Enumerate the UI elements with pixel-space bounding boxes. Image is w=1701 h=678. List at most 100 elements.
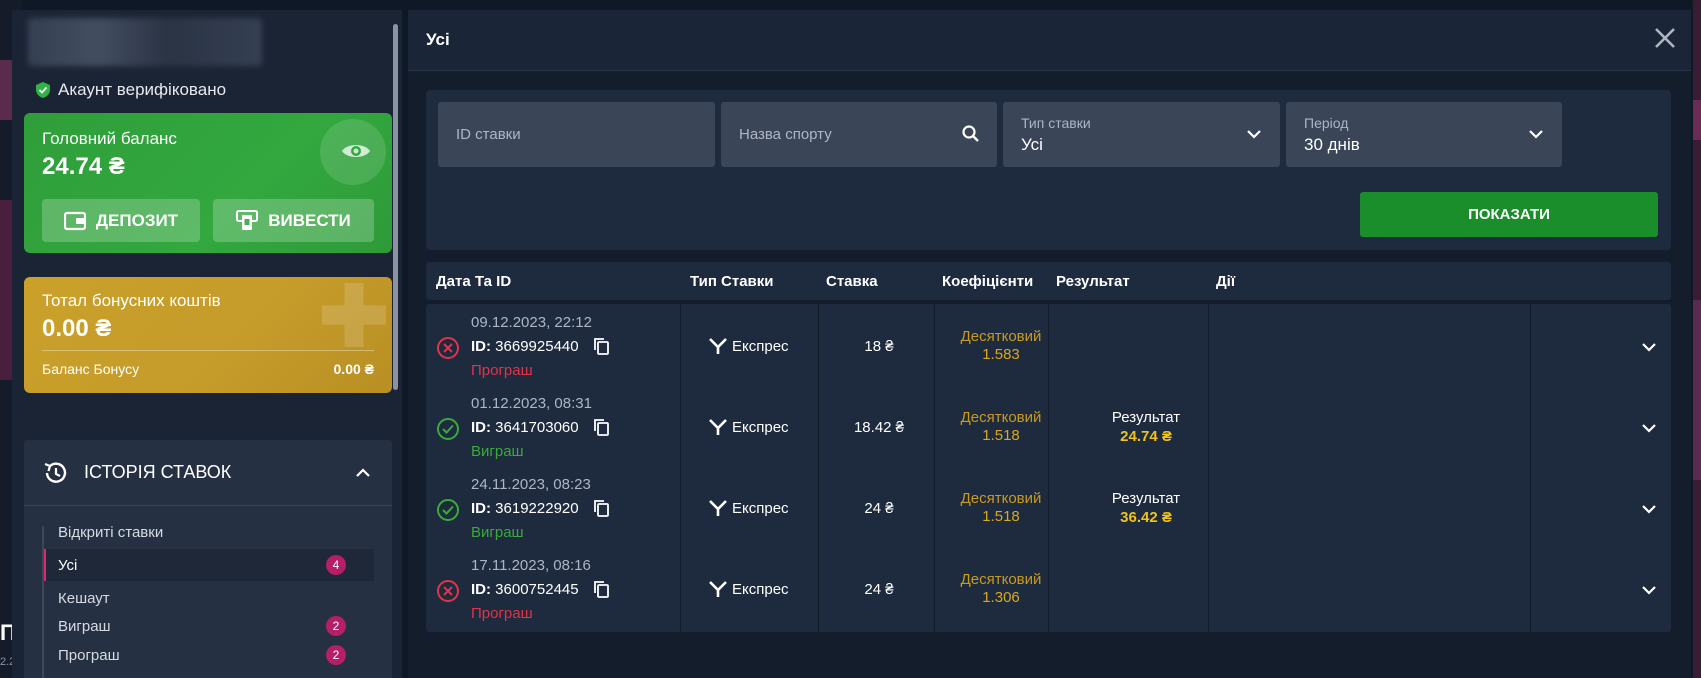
- cell-divider: [1530, 385, 1531, 470]
- table-row[interactable]: 24.11.2023, 08:23 ID: 3619222920 Виграш …: [426, 466, 1671, 551]
- bet-status: Програш: [471, 362, 533, 379]
- eye-icon[interactable]: [340, 137, 372, 165]
- bet-type: Експрес: [732, 581, 789, 598]
- bet-id-prefix: ID:: [471, 500, 491, 517]
- result-value: 36.42 ₴: [1120, 509, 1172, 526]
- count-badge: 2: [326, 616, 346, 636]
- sport-placeholder: Назва спорту: [739, 126, 832, 143]
- odds-format: Десятковий: [960, 328, 1042, 345]
- cell-divider: [1530, 547, 1531, 632]
- bet-id-value: 3619222920: [495, 500, 579, 517]
- background-banner: [1693, 300, 1701, 480]
- sidebar-item-all[interactable]: Усі 4: [44, 549, 374, 581]
- bonus-balance-title: Тотал бонусних коштів: [42, 291, 221, 310]
- sidebar-item-lost[interactable]: Програш 2: [44, 639, 374, 671]
- bet-type: Експрес: [732, 500, 789, 517]
- bet-history-modal: Усі ID ставки Назва спорту Тип ставки Ус…: [408, 10, 1691, 678]
- column-header: Тип Ставки: [690, 273, 774, 290]
- cell-divider: [934, 466, 935, 551]
- bet-stake: 24 ₴: [864, 500, 894, 517]
- bet-type-value: Усі: [1021, 135, 1043, 154]
- column-header: Дії: [1216, 273, 1236, 290]
- search-icon[interactable]: [961, 124, 981, 144]
- odds-value: 1.518: [982, 508, 1020, 525]
- odds-format: Десятковий: [960, 571, 1042, 588]
- column-header: Коефіцієнти: [942, 273, 1034, 290]
- bet-type-select[interactable]: Тип ставки Усі: [1003, 102, 1280, 167]
- sidebar-item-label: Відкриті ставки: [58, 523, 164, 541]
- odds-format: Десятковий: [960, 409, 1042, 426]
- bet-status: Виграш: [471, 524, 524, 541]
- bet-id: ID: 3669925440: [471, 338, 579, 355]
- background-right: [1693, 0, 1701, 678]
- bet-id: ID: 3600752445: [471, 581, 579, 598]
- deposit-button[interactable]: ДЕПОЗИТ: [42, 199, 200, 242]
- sidebar-item-won[interactable]: Виграш 2: [44, 610, 374, 642]
- close-icon[interactable]: [1653, 26, 1677, 50]
- express-icon: [709, 500, 727, 516]
- bet-history-header[interactable]: ІСТОРІЯ СТАВОК: [24, 440, 392, 506]
- copy-icon[interactable]: [593, 337, 609, 355]
- period-select[interactable]: Період 30 днів: [1286, 102, 1562, 167]
- copy-icon[interactable]: [593, 418, 609, 436]
- bonus-deco-icon: [322, 283, 386, 347]
- bet-date: 01.12.2023, 08:31: [471, 395, 592, 412]
- verified-status: Акаунт верифіковано: [36, 80, 226, 100]
- period-value: 30 днів: [1304, 135, 1360, 154]
- table-row[interactable]: 17.11.2023, 08:16 ID: 3600752445 Програш…: [426, 547, 1671, 632]
- x-circle-icon: [437, 580, 459, 602]
- bet-id-field[interactable]: ID ставки: [438, 102, 715, 167]
- chevron-up-icon[interactable]: [354, 464, 372, 482]
- cell-divider: [1208, 547, 1209, 632]
- table-row[interactable]: 09.12.2023, 22:12 ID: 3669925440 Програш…: [426, 304, 1671, 389]
- sidebar-scrollbar[interactable]: [393, 24, 398, 390]
- history-icon: [44, 462, 67, 483]
- bet-id-prefix: ID:: [471, 338, 491, 355]
- bet-stake: 18.42 ₴: [853, 419, 905, 436]
- cell-divider: [818, 466, 819, 551]
- check-circle-icon: [437, 418, 459, 440]
- shield-check-icon: [36, 82, 50, 98]
- chevron-down-icon[interactable]: [1639, 580, 1659, 600]
- copy-icon[interactable]: [593, 580, 609, 598]
- withdraw-button[interactable]: ВИВЕСТИ: [213, 199, 374, 242]
- chevron-down-icon[interactable]: [1639, 418, 1659, 438]
- chevron-down-icon[interactable]: [1639, 337, 1659, 357]
- chevron-down-icon: [1247, 130, 1261, 139]
- bet-date: 24.11.2023, 08:23: [471, 476, 591, 493]
- count-badge: 4: [326, 555, 346, 575]
- result-label: Результат: [1111, 490, 1181, 507]
- chevron-down-icon[interactable]: [1639, 499, 1659, 519]
- bet-id-value: 3600752445: [495, 581, 579, 598]
- bet-id: ID: 3641703060: [471, 419, 579, 436]
- column-header: Ставка: [826, 273, 878, 290]
- show-button[interactable]: ПОКАЗАТИ: [1360, 192, 1658, 237]
- bet-date: 09.12.2023, 22:12: [471, 314, 592, 331]
- odds-value: 1.306: [982, 589, 1020, 606]
- cell-divider: [934, 547, 935, 632]
- bet-status: Програш: [471, 605, 533, 622]
- sport-search-input[interactable]: Назва спорту: [721, 102, 997, 167]
- odds-format: Десятковий: [960, 490, 1042, 507]
- withdraw-label: ВИВЕСТИ: [268, 210, 351, 230]
- chevron-down-icon: [1529, 130, 1543, 139]
- copy-icon[interactable]: [593, 499, 609, 517]
- column-header: Результат: [1056, 273, 1130, 290]
- divider: [42, 350, 374, 351]
- check-circle-icon: [437, 499, 459, 521]
- bet-id-prefix: ID:: [471, 419, 491, 436]
- cell-divider: [818, 547, 819, 632]
- sidebar-item-label: Програш: [58, 646, 120, 664]
- sidebar-item-open-bets[interactable]: Відкриті ставки: [44, 516, 374, 548]
- bet-type: Експрес: [732, 419, 789, 436]
- bet-type: Експрес: [732, 338, 789, 355]
- cell-divider: [818, 385, 819, 470]
- main-balance-title: Головний баланс: [42, 129, 177, 148]
- table-header: Дата Та ID Тип Ставки Ставка Коефіцієнти…: [426, 262, 1671, 300]
- atm-icon: [236, 209, 259, 230]
- verified-label: Акаунт верифіковано: [58, 80, 227, 99]
- cell-divider: [1530, 466, 1531, 551]
- odds-value: 1.583: [982, 346, 1020, 363]
- table-row[interactable]: 01.12.2023, 08:31 ID: 3641703060 Виграш …: [426, 385, 1671, 470]
- bet-stake: 24 ₴: [864, 581, 894, 598]
